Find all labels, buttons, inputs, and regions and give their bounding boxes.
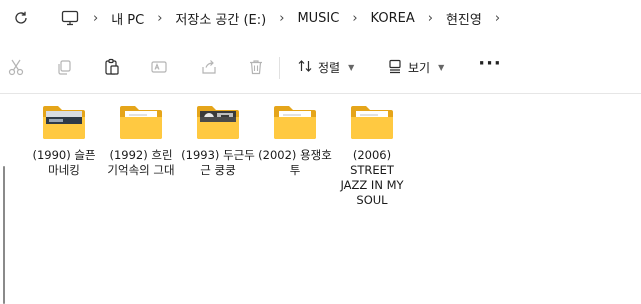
chevron-right-icon: › (279, 10, 285, 26)
breadcrumb-item-music[interactable]: MUSIC (297, 11, 339, 26)
view-label: 보기 (408, 60, 431, 75)
breadcrumb-item-korea[interactable]: KOREA (371, 11, 415, 26)
folder-item[interactable]: (1993) 두근두근 쿵쿵 (181, 102, 255, 178)
breadcrumb-item-drive[interactable]: 저장소 공간 (E:) (175, 9, 266, 28)
breadcrumb-item-pc[interactable]: 내 PC (111, 9, 144, 28)
chevron-right-icon: › (352, 10, 358, 26)
chevron-down-icon: ▼ (348, 62, 355, 72)
folder-icon (349, 102, 395, 142)
delete-icon[interactable] (244, 55, 268, 79)
chevron-right-icon: › (157, 10, 163, 26)
scrollbar-thumb[interactable] (3, 166, 5, 304)
chevron-right-icon: › (427, 10, 433, 26)
folder-name: (1993) 두근두근 쿵쿵 (181, 148, 255, 177)
folder-icon (118, 102, 164, 142)
toolbar-divider (279, 57, 280, 79)
folder-icon (195, 102, 241, 142)
scrollbar[interactable] (0, 94, 8, 304)
folder-item[interactable]: (1992) 흐린 기억속의 그대 (104, 102, 178, 178)
view-icon (387, 58, 403, 77)
view-button[interactable]: 보기 ▼ (387, 55, 444, 79)
sort-button[interactable]: 정렬 ▼ (297, 55, 354, 79)
chevron-down-icon: ▼ (438, 62, 445, 72)
paste-icon[interactable] (100, 55, 124, 79)
chevron-right-icon: › (93, 10, 99, 26)
folder-icon (41, 102, 87, 142)
copy-icon[interactable] (52, 55, 76, 79)
folder-item[interactable]: (2006) STREET JAZZ IN MY SOUL (335, 102, 409, 208)
refresh-icon[interactable] (10, 7, 32, 29)
rename-icon[interactable] (147, 55, 171, 79)
folder-name: (2006) STREET JAZZ IN MY SOUL (340, 148, 404, 207)
address-bar: › 내 PC › 저장소 공간 (E:) › MUSIC › KOREA › 현… (0, 0, 641, 36)
more-options-button[interactable]: ··· (478, 55, 502, 79)
folder-icon (272, 102, 318, 142)
file-list: (1990) 슬픈 마네킹 (1992) 흐린 기억속의 그대 (1993) 두… (0, 94, 641, 304)
sort-icon (297, 58, 313, 77)
folder-item[interactable]: (1990) 슬픈 마네킹 (27, 102, 101, 178)
folder-item[interactable]: (2002) 용쟁호투 (258, 102, 332, 178)
folder-name: (1990) 슬픈 마네킹 (32, 148, 96, 177)
folder-name: (2002) 용쟁호투 (258, 148, 332, 177)
share-icon[interactable] (197, 55, 221, 79)
folder-name: (1992) 흐린 기억속의 그대 (107, 148, 175, 177)
breadcrumb: › 내 PC › 저장소 공간 (E:) › MUSIC › KOREA › 현… (52, 0, 513, 36)
chevron-right-icon[interactable]: › (495, 11, 500, 26)
cut-icon[interactable] (4, 55, 28, 79)
breadcrumb-item-current[interactable]: 현진영 (446, 9, 482, 28)
computer-icon[interactable] (60, 8, 80, 28)
command-bar: 정렬 ▼ 보기 ▼ ··· (0, 41, 641, 94)
sort-label: 정렬 (318, 60, 341, 75)
